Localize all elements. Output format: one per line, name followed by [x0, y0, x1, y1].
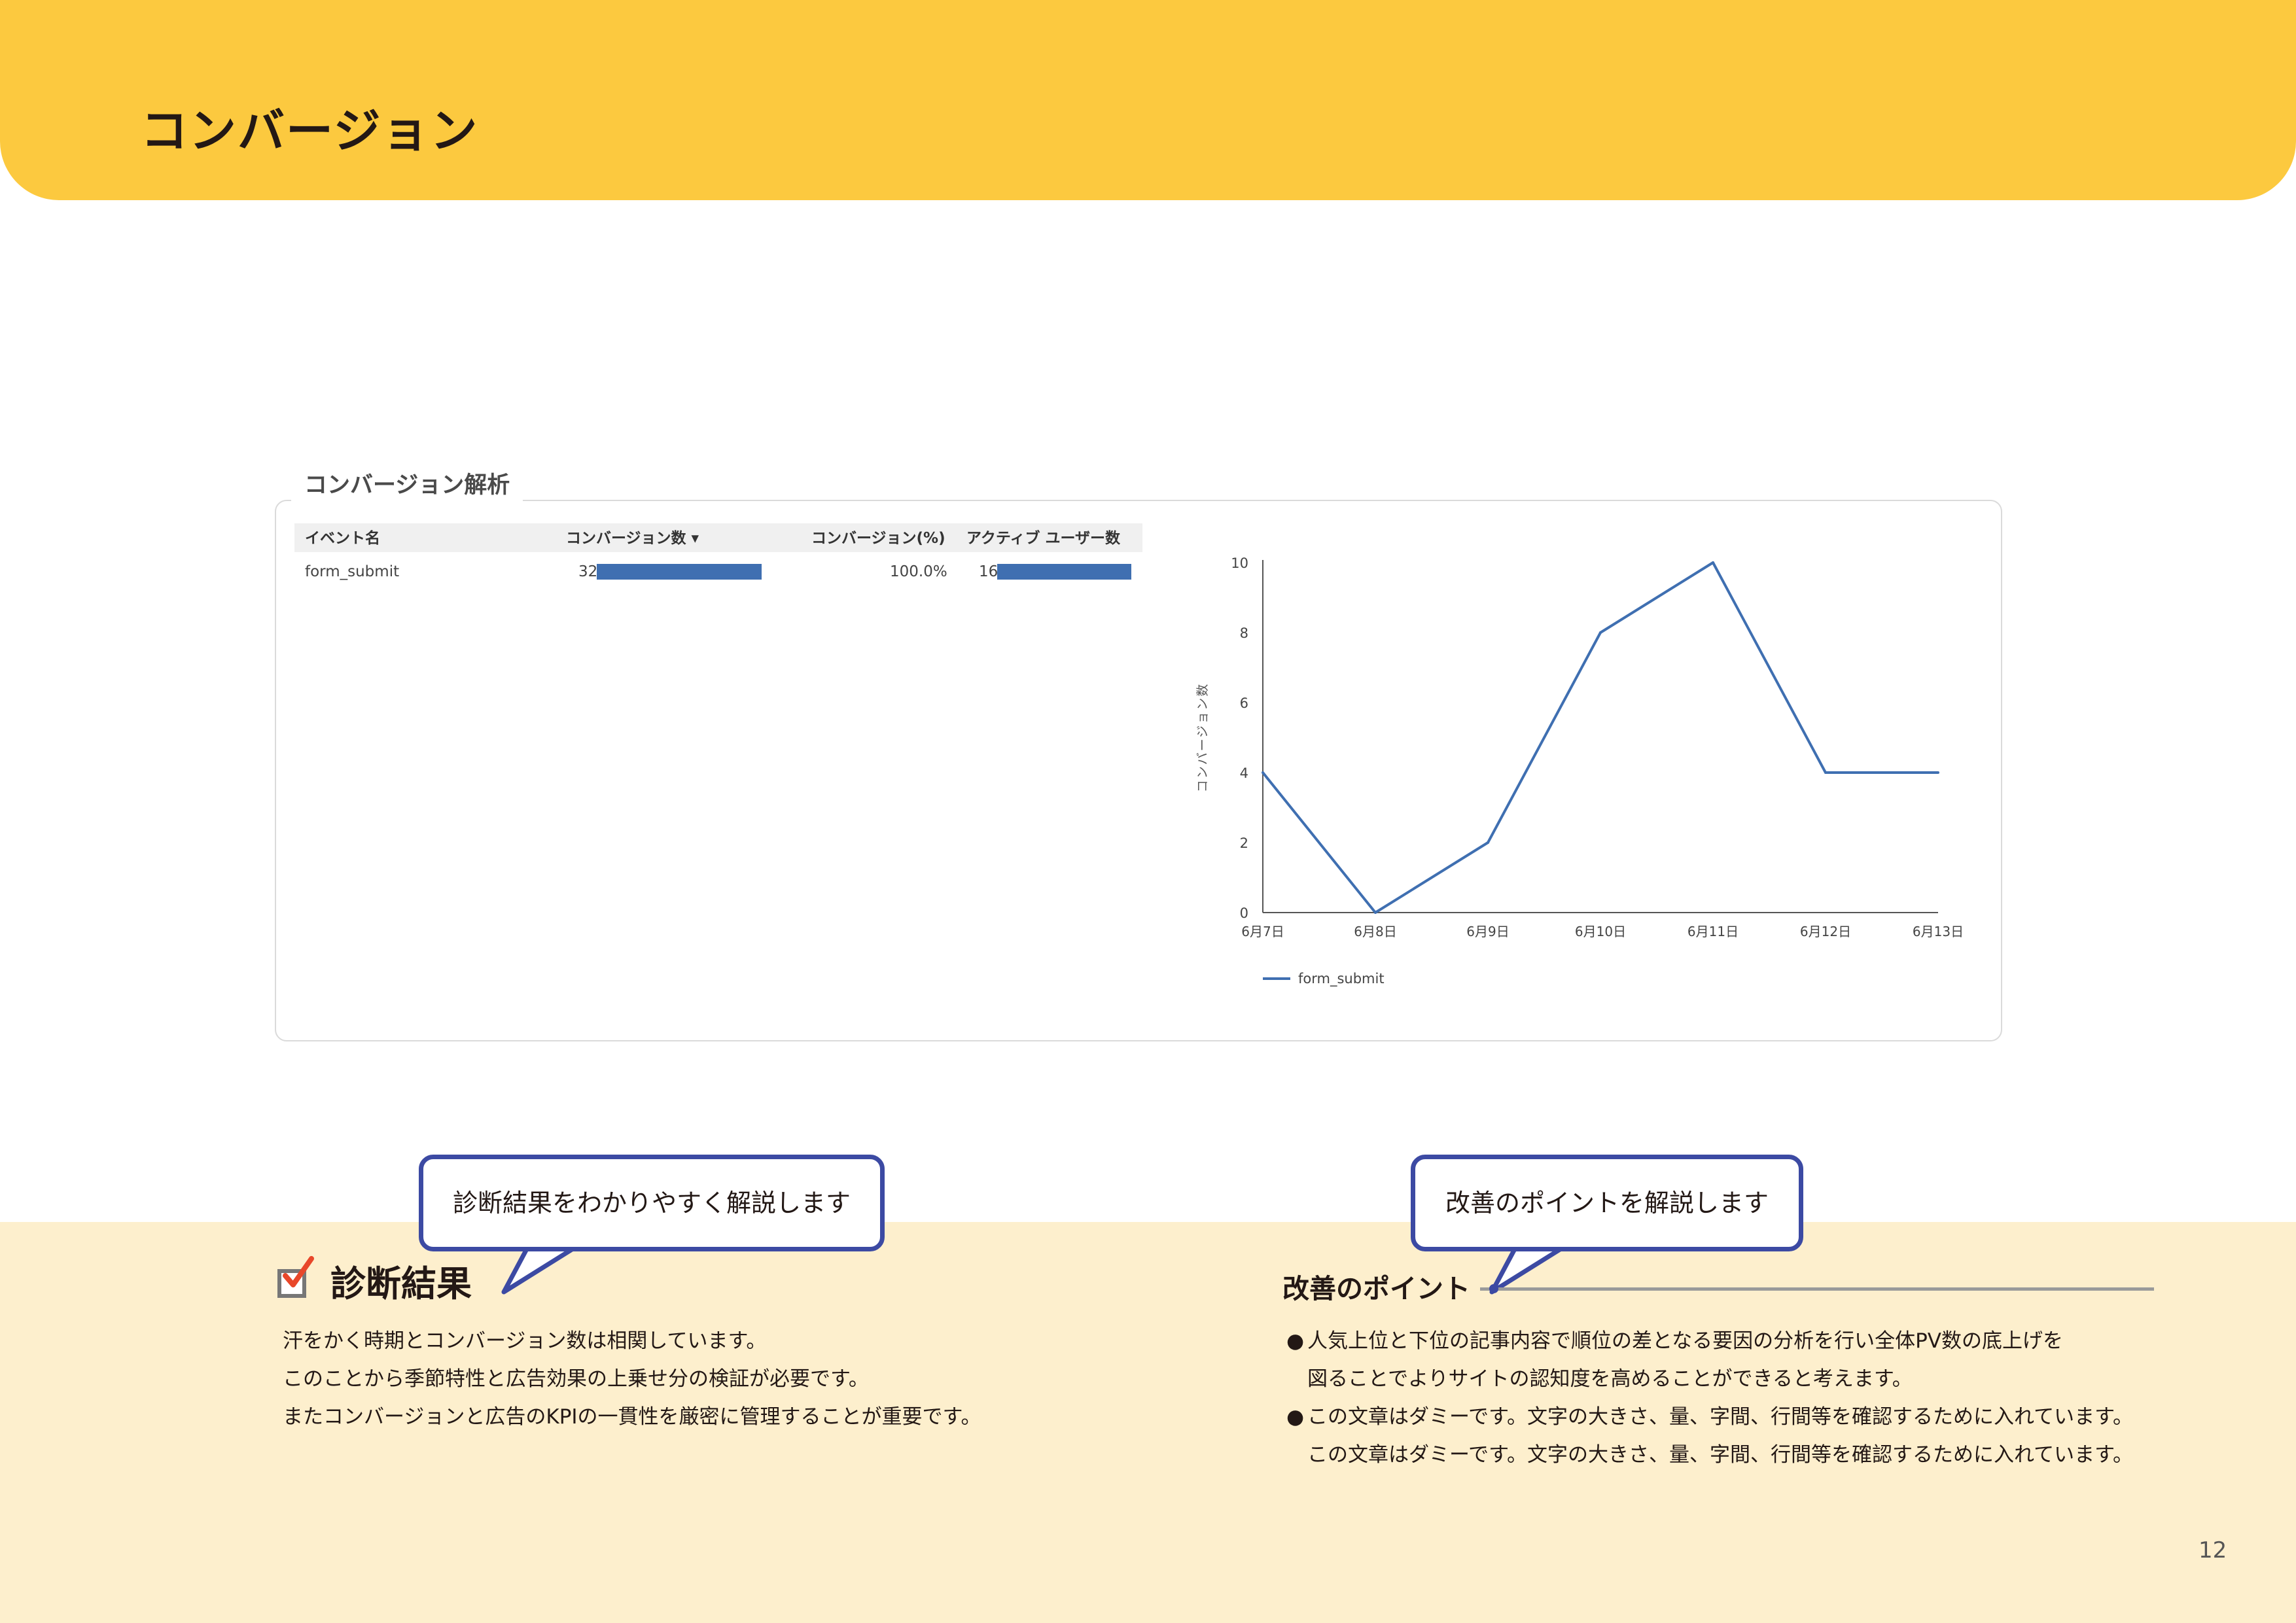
diagnosis-speech-bubble: 診断結果をわかりやすく解説します [419, 1155, 885, 1251]
data-point [1487, 841, 1489, 844]
improvement-speech-bubble: 改善のポイントを解説します [1411, 1155, 1803, 1251]
data-point [1937, 771, 1939, 774]
y-tick-label: 4 [1240, 765, 1248, 781]
improvement-text: 人気上位と下位の記事内容で順位の差となる要因の分析を行い全体PV数の底上げを [1307, 1329, 2063, 1353]
improvement-item: ● この文章はダミーです。文字の大きさ、量、字間、行間等を確認するために入れていま… [1286, 1404, 2133, 1430]
y-tick-label: 10 [1231, 555, 1248, 571]
improvement-text: 図ることでよりサイトの認知度を高めることができると考えます。 [1307, 1367, 1913, 1391]
data-point [1374, 911, 1377, 914]
cell-event: form_submit [305, 563, 400, 580]
data-point [1712, 561, 1714, 564]
cell-active-users: 16 [979, 563, 998, 580]
improvement-title: 改善のポイント [1282, 1273, 1470, 1304]
x-tick-label: 6月7日 [1241, 924, 1284, 939]
x-tick-label: 6月11日 [1687, 924, 1739, 939]
series-line-form_submit [1262, 561, 1938, 914]
data-point [1262, 771, 1264, 774]
conversion-line-chart: 0 2 4 6 8 10 6月7日 6月8日 6月9日 6月10日 6月11日 6月12日 6月13日 コ… [1195, 555, 1964, 987]
x-tick-label: 6月13日 [1913, 924, 1964, 939]
conversions-bar [597, 564, 762, 580]
panel-title: コンバージョン解析 [291, 470, 523, 501]
x-tick-label: 6月10日 [1575, 924, 1626, 939]
column-header-conversions[interactable]: コンバージョン数 ▾ [566, 531, 699, 546]
improvement-text: この文章はダミーです。文字の大きさ、量、字間、行間等を確認するために入れています… [1307, 1405, 2134, 1429]
divider-dot [1489, 1284, 1498, 1293]
improvement-divider [1480, 1287, 2154, 1291]
diagnosis-title: 診断結果 [330, 1263, 472, 1304]
y-tick-label: 0 [1240, 905, 1248, 921]
y-tick-label: 2 [1240, 835, 1248, 851]
diagnosis-line: このことから季節特性と広告効果の上乗せ分の検証が必要です。 [283, 1367, 869, 1391]
data-point [1824, 771, 1827, 774]
column-header-event[interactable]: イベント名 [305, 531, 380, 546]
improvement-text: この文章はダミーです。文字の大きさ、量、字間、行間等を確認するために入れています… [1307, 1443, 2134, 1467]
cell-conversions: 32 [578, 563, 598, 580]
cell-conversion-pct: 100.0% [890, 563, 947, 580]
x-tick-label: 6月8日 [1354, 924, 1396, 939]
column-header-conversion-pct[interactable]: コンバージョン(%) [811, 531, 945, 546]
x-tick-label: 6月12日 [1800, 924, 1851, 939]
y-tick-label: 6 [1240, 695, 1248, 711]
page-header: コンバージョン [0, 0, 2296, 200]
bullet-icon: ● [1286, 1405, 1305, 1429]
diagnosis-line: 汗をかく時期とコンバージョン数は相関しています。 [283, 1329, 767, 1353]
y-tick-label: 8 [1240, 625, 1248, 641]
page-title: コンバージョン [141, 103, 479, 158]
check-icon [283, 1256, 314, 1287]
x-tick-label: 6月9日 [1466, 924, 1509, 939]
data-point [1599, 631, 1602, 634]
page-number: 12 [2199, 1537, 2227, 1563]
active-users-bar [997, 564, 1131, 580]
y-axis-label: コンバージョン数 [1195, 683, 1210, 793]
diagnosis-line: またコンバージョンと広告のKPIの一貫性を厳密に管理することが重要です。 [283, 1405, 981, 1429]
improvement-item: ● 人気上位と下位の記事内容で順位の差となる要因の分析を行い全体PV数の底上げを [1286, 1328, 2063, 1354]
legend-label: form_submit [1298, 971, 1385, 987]
bullet-icon: ● [1286, 1329, 1305, 1353]
column-header-active-users[interactable]: アクティブ ユーザー数 [966, 531, 1120, 546]
